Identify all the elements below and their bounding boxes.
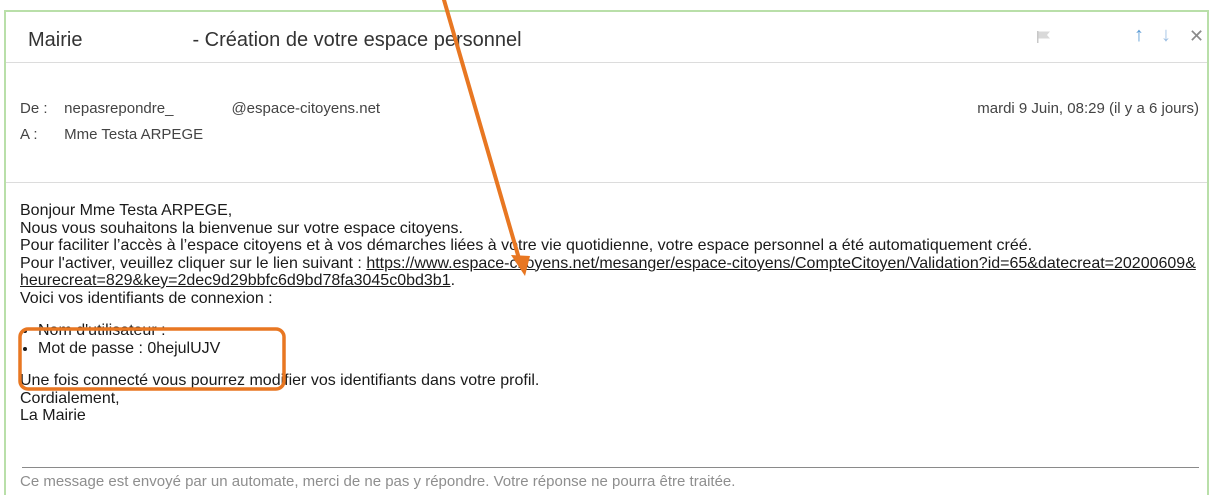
arrow-down-icon[interactable]: ↓ [1161,25,1171,45]
close-icon[interactable]: ✕ [1189,26,1204,46]
subject-suffix: - Création de votre espace personnel [192,29,522,51]
from-row: De : nepasrepondre_ @espace-citoyens.net [20,100,380,117]
activation-paragraph: Pour l'activer, veuillez cliquer sur le … [20,255,1200,290]
closing-text: Cordialement, [20,389,120,407]
password-item: Mot de passe : 0hejulUJV [38,340,1200,358]
signature: La Mairie [20,407,86,424]
to-label: A : [20,126,38,143]
from-label: De : [20,100,48,117]
credentials-intro: Voici vos identifiants de connexion : [20,289,273,307]
footer-divider [22,467,1199,468]
from-user[interactable]: nepasrepondre_ [64,100,173,117]
flag-icon[interactable] [1036,30,1052,44]
email-body: Bonjour Mme Testa ARPEGE, Nous vous souh… [20,202,1200,425]
subject-bar: Mairie - Création de votre espace personn… [6,12,1207,63]
email-subject: Mairie - Création de votre espace personn… [28,29,522,52]
intro-text: Pour faciliter l’accès à l’espace citoye… [20,237,1033,254]
credentials-list: Nom d'utilisateur : Mot de passe : 0heju… [20,322,1200,357]
subject-prefix: Mairie [28,29,83,51]
activation-prefix: Pour l'activer, veuillez cliquer sur le … [20,254,367,272]
from-domain[interactable]: @espace-citoyens.net [231,100,380,117]
greeting: Bonjour Mme Testa ARPEGE, [20,202,233,219]
username-item: Nom d'utilisateur : [38,322,1200,340]
email-viewer: Mairie - Création de votre espace personn… [4,10,1209,495]
profile-note: Une fois connecté vous pourrez modifier … [20,372,540,389]
email-date: mardi 9 Juin, 08:29 (il y a 6 jours) [977,100,1199,117]
to-row: A : Mme Testa ARPEGE [20,126,203,143]
arrow-up-icon[interactable]: ↑ [1134,25,1144,45]
activation-suffix: . [450,272,456,289]
header-divider [6,182,1207,183]
welcome-text: Nous vous souhaitons la bienvenue sur vo… [20,219,463,237]
to-name[interactable]: Mme Testa ARPEGE [64,126,203,143]
auto-message-footer: Ce message est envoyé par un automate, m… [20,473,736,490]
